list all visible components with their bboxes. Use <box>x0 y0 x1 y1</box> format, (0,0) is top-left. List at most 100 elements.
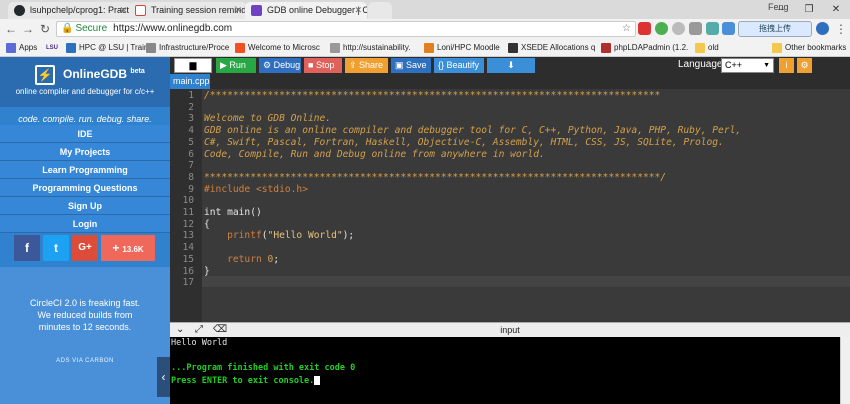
maximize-icon[interactable]: ❐ <box>795 0 823 19</box>
line-number: 8 <box>188 171 194 183</box>
menu-item-learn-programming[interactable]: Learn Programming <box>0 161 170 179</box>
url-text: https://www.onlinegdb.com <box>113 23 233 34</box>
code-line: printf("Hello World"); <box>227 230 355 242</box>
code-line: C#, Swift, Pascal, Fortran, Haskell, Obj… <box>204 136 724 148</box>
ads-via-label[interactable]: ADS VIA CARBON <box>0 358 170 364</box>
menu-item-ide[interactable]: IDE <box>0 125 170 143</box>
extension-icon[interactable] <box>816 22 829 35</box>
extension-icon[interactable] <box>689 22 702 35</box>
settings-button[interactable]: ⚙ <box>797 58 812 73</box>
line-number: 12 <box>182 218 194 230</box>
tab-title: GDB online Debugger | C <box>267 5 367 15</box>
console-line: ...Program finished with exit code 0 <box>171 363 356 373</box>
page-icon <box>146 43 156 53</box>
menu-item-sign-up[interactable]: Sign Up <box>0 197 170 215</box>
menu-item-my-projects[interactable]: My Projects <box>0 143 170 161</box>
close-tab-icon[interactable]: ✕ <box>119 2 127 19</box>
check-extension-icon[interactable] <box>655 22 668 35</box>
close-window-icon[interactable]: ✕ <box>822 0 850 19</box>
gear-icon: ⚙ <box>800 60 809 70</box>
io-title: input <box>500 325 520 335</box>
output-console[interactable]: Hello World ...Program finished with exi… <box>170 337 840 404</box>
bookmark-folder[interactable]: old <box>695 42 719 54</box>
bookmark-item[interactable]: XSEDE Allocations q <box>508 42 595 54</box>
menu-item-programming-questions[interactable]: Programming Questions <box>0 179 170 197</box>
line-number: 14 <box>182 242 194 254</box>
extension-icon[interactable] <box>706 22 719 35</box>
line-number: 16 <box>182 265 194 277</box>
file-tab-main[interactable]: main.cpp <box>170 74 210 89</box>
new-tab-button[interactable] <box>368 2 392 19</box>
line-number: 15 <box>182 253 194 265</box>
new-file-button[interactable]: ▆ <box>174 58 212 73</box>
bookmark-star-icon[interactable]: ☆ <box>622 22 631 36</box>
carbon-ad[interactable]: CircleCI 2.0 is freaking fast. We reduce… <box>0 267 170 404</box>
back-icon[interactable]: ← <box>4 21 18 37</box>
sidebar: ⚡ OnlineGDB beta online compiler and deb… <box>0 57 170 404</box>
collapse-sidebar-button[interactable]: ‹ <box>157 357 170 397</box>
cloud-upload-button[interactable]: 拖拽上传 <box>738 21 812 37</box>
bookmark-item[interactable]: phpLDAPadmin (1.2. <box>601 42 688 54</box>
grey-extension-icon[interactable] <box>672 22 685 35</box>
code-line: int main() <box>204 207 262 218</box>
menu-item-login[interactable]: Login <box>0 215 170 233</box>
editor-toolbar: ▆ ▶ Run ⚙ Debug ■ Stop ⇪ Share ▣ Save {}… <box>170 57 850 74</box>
bookmark-item[interactable]: HPC @ LSU | Trainin <box>66 42 155 54</box>
code-editor[interactable]: 1 2 3 4 5 6 7 8 9 10 11 12 13 14 15 16 17 /*************… <box>170 89 850 322</box>
bookmark-item[interactable]: Infrastructure/Proce <box>146 42 229 54</box>
googleplus-share-button[interactable]: G+ <box>72 235 98 261</box>
logo[interactable]: ⚡ OnlineGDB beta online compiler and deb… <box>0 57 170 107</box>
line-number: 10 <box>182 195 194 207</box>
code-line: /***************************************… <box>204 90 661 101</box>
close-tab-icon[interactable]: ✕ <box>234 2 242 19</box>
secure-label: Secure <box>75 23 108 34</box>
line-number: 9 <box>188 183 194 195</box>
forward-icon[interactable]: → <box>21 21 35 37</box>
abp-extension-icon[interactable] <box>638 22 651 35</box>
twitter-share-button[interactable]: t <box>43 235 69 261</box>
share-button[interactable]: ⇪ Share <box>345 58 388 73</box>
close-tab-icon[interactable]: ✕ <box>354 2 362 19</box>
expand-icon[interactable]: ⤢ <box>195 323 203 337</box>
logo-bolt-icon: ⚡ <box>35 65 55 85</box>
bookmark-item[interactable]: LSU <box>46 42 58 54</box>
gmail-icon <box>135 5 146 16</box>
bookmark-folder[interactable]: Other bookmarks <box>772 42 846 54</box>
bookmark-item[interactable]: http://sustainability. <box>330 42 410 54</box>
browser-tab[interactable]: lsuhpchelp/cprog1: Pract ✕ <box>8 2 132 19</box>
code-line: #include <stdio.h> <box>204 183 308 195</box>
browser-tab-strip: lsuhpchelp/cprog1: Pract ✕ Training sess… <box>0 0 850 19</box>
language-select[interactable]: C++ ▼ <box>721 58 774 73</box>
clear-console-icon[interactable]: ⌫ <box>213 323 227 337</box>
bookmark-item[interactable]: Welcome to Microsc <box>235 42 320 54</box>
chevron-down-icon[interactable]: ⌄ <box>176 323 184 337</box>
download-button[interactable]: ⬇ <box>487 58 535 73</box>
beta-label: beta <box>130 68 145 75</box>
share-count-button[interactable]: +13.6K <box>101 235 155 261</box>
beautify-button[interactable]: {} Beautify <box>434 58 484 73</box>
browser-tab[interactable]: Training session reminde ✕ <box>129 2 247 19</box>
page-icon <box>66 43 76 53</box>
info-button[interactable]: i <box>779 58 794 73</box>
minimize-icon[interactable]: ‒ <box>767 0 795 19</box>
bookmark-item[interactable]: Apps <box>6 42 37 54</box>
console-scrollbar[interactable] <box>840 337 850 404</box>
io-panel-header: input ⌄ ⤢ ⌫ <box>170 322 850 337</box>
bookmark-item[interactable]: Loni/HPC Moodle <box>424 42 500 54</box>
tab-title: lsuhpchelp/cprog1: Pract <box>30 5 130 15</box>
play-icon: ▶ <box>220 60 230 70</box>
browser-menu-icon[interactable]: ⋮ <box>834 21 848 37</box>
facebook-share-button[interactable]: f <box>14 235 40 261</box>
plus-icon: + <box>112 241 120 255</box>
chevron-down-icon: ▼ <box>763 62 770 69</box>
debug-button[interactable]: ⚙ Debug <box>259 58 301 73</box>
reload-icon[interactable]: ↻ <box>38 21 52 37</box>
browser-tab-active[interactable]: GDB online Debugger | C ✕ <box>245 2 367 19</box>
info-icon: i <box>785 60 788 70</box>
save-button[interactable]: ▣ Save <box>391 58 431 73</box>
microsoft-icon <box>235 43 245 53</box>
stop-button[interactable]: ■ Stop <box>304 58 342 73</box>
run-button[interactable]: ▶ Run <box>216 58 256 73</box>
url-field[interactable]: 🔒 Secure https://www.onlinegdb.com ☆ <box>56 21 636 37</box>
extension-icon[interactable] <box>722 22 735 35</box>
